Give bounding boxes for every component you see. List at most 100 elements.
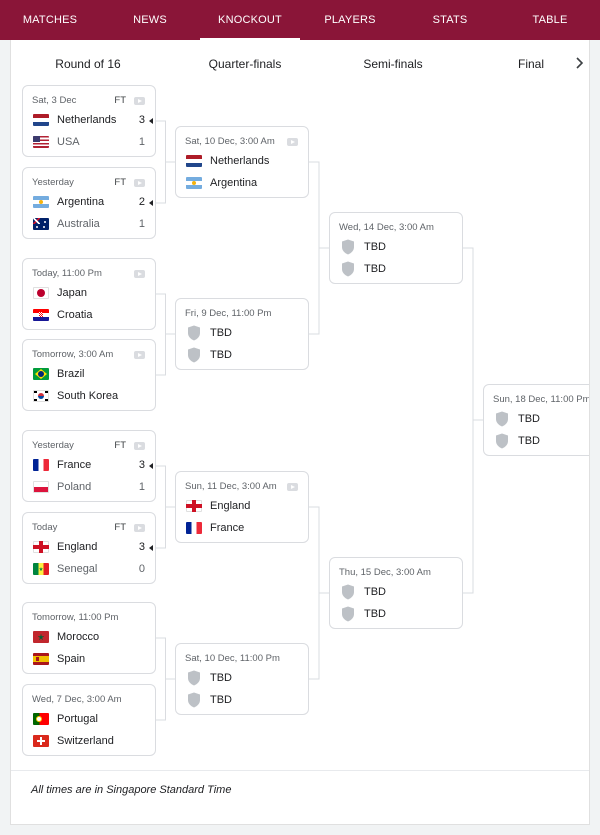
team-japan[interactable]: Japan [33,284,87,302]
match-date: Sun, 18 Dec, 11:00 Pm [493,394,590,405]
match-card[interactable]: Today FT England Senegal 3 0 [22,512,156,584]
team-argentina[interactable]: Argentina [186,174,257,192]
team-tbd[interactable]: TBD [186,669,232,687]
team-name: TBD [210,327,232,339]
match-card[interactable]: Sat, 10 Dec, 11:00 Pm TBD TBD [175,643,309,715]
team-argentina[interactable]: Argentina [33,193,104,211]
match-card[interactable]: Fri, 9 Dec, 11:00 Pm TBD TBD [175,298,309,370]
tab-news[interactable]: NEWS [100,0,200,40]
team-tbd[interactable]: TBD [186,691,232,709]
england-flag-icon [186,500,202,512]
match-status: FT [114,177,126,188]
team-tbd[interactable]: TBD [186,324,232,342]
team-name: TBD [518,435,540,447]
placeholder-shield-icon [496,411,508,427]
match-card[interactable]: Sun, 11 Dec, 3:00 Am England France [175,471,309,543]
next-round-button[interactable] [564,49,589,77]
tab-knockout[interactable]: KNOCKOUT [200,0,300,40]
match-card[interactable]: Today, 11:00 Pm Japan Croatia [22,258,156,330]
play-video-icon[interactable] [287,483,298,491]
match-card[interactable]: Yesterday FT Argentina Australia 2 1 [22,167,156,239]
team-england[interactable]: England [33,538,97,556]
team-tbd[interactable]: TBD [186,346,232,364]
team-tbd[interactable]: TBD [494,410,540,428]
play-video-icon[interactable] [134,270,145,278]
team-switzerland[interactable]: Switzerland [33,732,114,750]
usa-flag-icon [33,136,49,148]
play-video-icon[interactable] [134,97,145,105]
match-card[interactable]: Sat, 3 Dec FT Netherlands USA 3 1 [22,85,156,157]
match-card[interactable]: Thu, 15 Dec, 3:00 Am TBD TBD [329,557,463,629]
team-tbd[interactable]: TBD [494,432,540,450]
brazil-flag-icon [33,368,49,380]
match-date: Sat, 10 Dec, 3:00 Am [185,136,275,147]
match-date: Fri, 9 Dec, 11:00 Pm [185,308,272,319]
placeholder-shield-icon [342,261,354,277]
team-name: Netherlands [57,114,117,126]
team-name: England [210,500,251,512]
team-usa[interactable]: USA [33,133,80,151]
south-korea-flag-icon [33,390,49,402]
placeholder-shield-icon [342,606,354,622]
spain-flag-icon [33,653,49,665]
match-card[interactable]: Sun, 18 Dec, 11:00 Pm TBD TBD [483,384,590,456]
team-france[interactable]: France [33,456,91,474]
argentina-flag-icon [186,177,202,189]
team-tbd[interactable]: TBD [340,583,386,601]
team-morocco[interactable]: Morocco [33,628,99,646]
team-name: Spain [57,653,86,665]
match-date: Today, 11:00 Pm [32,268,102,279]
placeholder-shield-icon [188,325,200,341]
play-video-icon[interactable] [287,138,298,146]
team-netherlands[interactable]: Netherlands [186,152,269,170]
england-flag-icon [33,541,49,553]
match-card[interactable]: Tomorrow, 3:00 Am Brazil South Korea [22,339,156,411]
team-name: England [57,541,98,553]
play-video-icon[interactable] [134,179,145,187]
france-flag-icon [33,459,49,471]
team-netherlands[interactable]: Netherlands [33,111,116,129]
team-tbd[interactable]: TBD [340,605,386,623]
team-tbd[interactable]: TBD [340,260,386,278]
team-spain[interactable]: Spain [33,650,85,668]
team-south-korea[interactable]: South Korea [33,387,118,405]
match-card[interactable]: Yesterday FT France Poland 3 1 [22,430,156,502]
team-portugal[interactable]: Portugal [33,710,98,728]
team-australia[interactable]: Australia [33,215,100,233]
placeholder-shield-icon [496,433,508,449]
team-senegal[interactable]: Senegal [33,560,97,578]
netherlands-flag-icon [186,155,202,167]
match-status: FT [114,440,126,451]
team-score: 3 [138,459,145,471]
tab-table[interactable]: TABLE [500,0,600,40]
team-name: Argentina [57,196,105,208]
team-tbd[interactable]: TBD [340,238,386,256]
play-video-icon[interactable] [134,442,145,450]
placeholder-shield-icon [188,692,200,708]
team-name: Morocco [57,631,100,643]
team-score: 3 [138,114,145,126]
team-poland[interactable]: Poland [33,478,91,496]
team-name: Australia [57,218,100,230]
team-name: Croatia [57,309,93,321]
play-video-icon[interactable] [134,524,145,532]
match-card[interactable]: Wed, 7 Dec, 3:00 Am Portugal Switzerland [22,684,156,756]
play-video-icon[interactable] [134,351,145,359]
team-brazil[interactable]: Brazil [33,365,85,383]
team-score: 2 [138,196,145,208]
match-card[interactable]: Sat, 10 Dec, 3:00 Am Netherlands Argentina [175,126,309,198]
portugal-flag-icon [33,713,49,725]
team-croatia[interactable]: Croatia [33,306,92,324]
tab-players[interactable]: PLAYERS [300,0,400,40]
match-status: FT [114,522,126,533]
match-card[interactable]: Wed, 14 Dec, 3:00 Am TBD TBD [329,212,463,284]
france-flag-icon [186,522,202,534]
team-france[interactable]: France [186,519,244,537]
team-england[interactable]: England [186,497,250,515]
team-score: 1 [138,481,145,493]
chevron-right-icon [576,57,584,69]
team-name: TBD [518,413,540,425]
tab-stats[interactable]: STATS [400,0,500,40]
tab-matches[interactable]: MATCHES [0,0,100,40]
match-card[interactable]: Tomorrow, 11:00 Pm Morocco Spain [22,602,156,674]
